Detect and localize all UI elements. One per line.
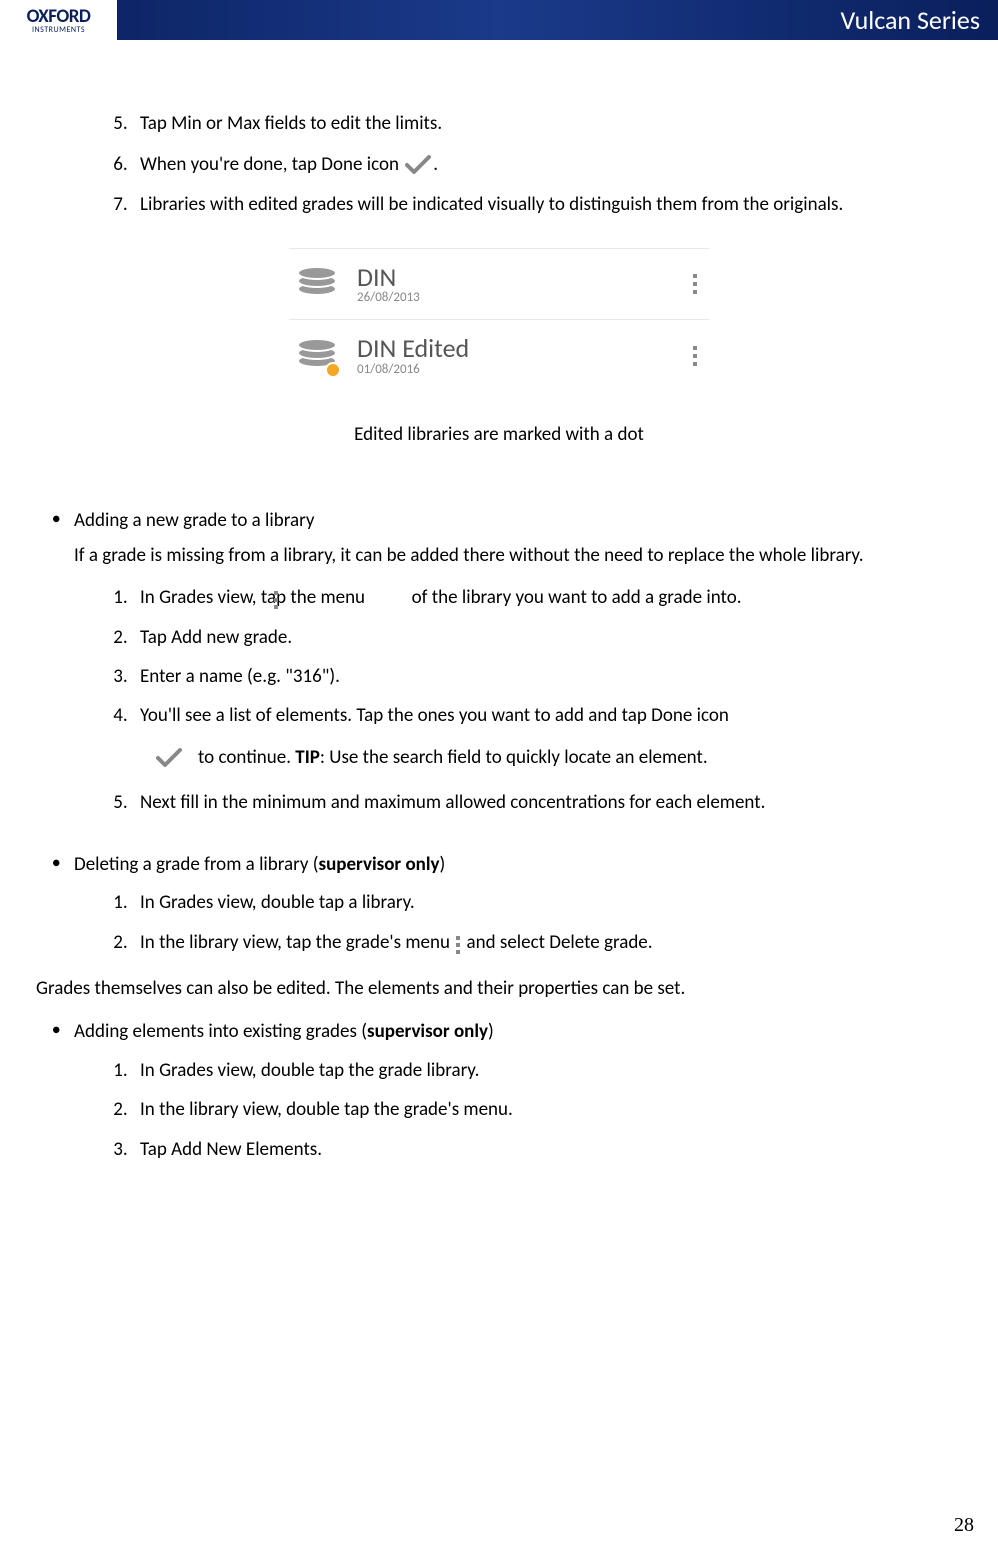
step-6-text-a: When you're done, tap Done icon — [140, 153, 399, 176]
library-name: DIN — [357, 263, 689, 292]
delete-grade-title: Deleting a grade from a library (supervi… — [74, 850, 974, 880]
delete-step-1: In Grades view, double tap a library. — [132, 888, 974, 917]
add-grade-title: Adding a new grade to a library — [74, 506, 974, 536]
delete-step-2: In the library view, tap the grade's men… — [132, 928, 974, 957]
title-a: Adding elements into existing grades ( — [74, 1020, 367, 1043]
step-text: You'll see a list of elements. Tap the o… — [140, 704, 729, 727]
library-info: DIN Edited 01/08/2016 — [357, 334, 689, 377]
step-text: Tap Add new grade. — [140, 626, 292, 649]
checkmark-icon — [405, 155, 431, 175]
kebab-menu-icon — [456, 936, 460, 954]
tip-row: to continue. TIP: Use the search field t… — [154, 743, 974, 772]
step-text: Enter a name (e.g. "316"). — [140, 665, 340, 688]
step-5: Tap Min or Max fields to edit the limits… — [132, 110, 974, 139]
add-grade-step-1: In Grades view, tap the menu of the libr… — [132, 583, 974, 612]
title-b: ) — [440, 853, 446, 876]
step-text: of the library you want to add a grade i… — [412, 586, 742, 609]
step-text: In Grades view, double tap the grade lib… — [140, 1059, 479, 1082]
kebab-menu-icon[interactable] — [689, 270, 701, 298]
library-info: DIN 26/08/2013 — [357, 263, 689, 306]
steps-continued: Tap Min or Max fields to edit the limits… — [24, 110, 974, 220]
step-7: Libraries with edited grades will be ind… — [132, 191, 974, 220]
title-b: ) — [488, 1020, 494, 1043]
add-elements-title: Adding elements into existing grades (su… — [74, 1017, 974, 1047]
step-5-text: Tap Min or Max fields to edit the limits… — [140, 112, 442, 135]
step-text: Tap Add New Elements. — [140, 1138, 322, 1161]
step-text: In the library view, double tap the grad… — [140, 1098, 513, 1121]
page-content: Tap Min or Max fields to edit the limits… — [0, 40, 998, 1164]
title-bold: supervisor only — [367, 1020, 488, 1043]
bullet-list-2: Adding elements into existing grades (su… — [24, 1017, 974, 1164]
logo-sub-text: INSTRUMENTS — [32, 26, 85, 34]
library-date: 01/08/2016 — [357, 363, 689, 377]
kebab-menu-icon — [274, 591, 278, 609]
header-title: Vulcan Series — [840, 4, 980, 36]
tip-text: to continue. TIP: Use the search field t… — [198, 743, 708, 772]
add-grade-step-5: Next fill in the minimum and maximum all… — [132, 788, 974, 817]
add-grade-step-4: You'll see a list of elements. Tap the o… — [132, 701, 974, 772]
add-elements-steps: In Grades view, double tap the grade lib… — [74, 1056, 974, 1164]
database-icon-edited — [297, 336, 337, 376]
bullet-delete-grade: Deleting a grade from a library (supervi… — [74, 850, 974, 957]
grades-edit-intro: Grades themselves can also be edited. Th… — [36, 975, 974, 1004]
library-row-din-edited: DIN Edited 01/08/2016 — [289, 319, 709, 391]
add-grade-step-2: Tap Add new grade. — [132, 623, 974, 652]
step-text: In Grades view, tap the menu — [140, 586, 365, 609]
logo: OXFORD INSTRUMENTS — [0, 0, 118, 40]
title-a: Deleting a grade from a library ( — [74, 853, 319, 876]
title-bold: supervisor only — [319, 853, 440, 876]
step-text: In Grades view, double tap a library. — [140, 891, 415, 914]
step-text-b: and select Delete grade. — [467, 931, 653, 954]
header-bar: OXFORD INSTRUMENTS Vulcan Series — [0, 0, 998, 40]
step-text-a: In the library view, tap the grade's men… — [140, 931, 450, 954]
kebab-menu-icon[interactable] — [689, 342, 701, 370]
add-grade-steps: In Grades view, tap the menu of the libr… — [74, 583, 974, 818]
delete-grade-steps: In Grades view, double tap a library. In… — [74, 888, 974, 957]
bullet-add-elements: Adding elements into existing grades (su… — [74, 1017, 974, 1164]
step-7-text: Libraries with edited grades will be ind… — [140, 193, 843, 216]
step-6: When you're done, tap Done icon . — [132, 151, 974, 180]
library-list-figure: DIN 26/08/2013 DIN Edited 01/08/2016 Edi… — [289, 248, 709, 447]
step-text: Next fill in the minimum and maximum all… — [140, 791, 765, 814]
add-el-step-3: Tap Add New Elements. — [132, 1135, 974, 1164]
tip-text-b: : Use the search field to quickly locate… — [320, 746, 708, 769]
database-icon — [297, 264, 337, 304]
add-el-step-2: In the library view, double tap the grad… — [132, 1095, 974, 1124]
add-el-step-1: In Grades view, double tap the grade lib… — [132, 1056, 974, 1085]
edited-indicator-dot — [325, 362, 341, 378]
add-grade-intro: If a grade is missing from a library, it… — [74, 541, 974, 571]
add-grade-step-3: Enter a name (e.g. "316"). — [132, 662, 974, 691]
figure-caption: Edited libraries are marked with a dot — [289, 423, 709, 446]
checkmark-icon — [156, 748, 182, 768]
bullet-add-grade: Adding a new grade to a library If a gra… — [74, 506, 974, 827]
bullet-list: Adding a new grade to a library If a gra… — [24, 506, 974, 957]
logo-main-text: OXFORD — [27, 7, 91, 26]
library-date: 26/08/2013 — [357, 291, 689, 305]
tip-label: TIP — [295, 746, 320, 769]
page-number: 28 — [954, 1514, 974, 1537]
step-6-text-b: . — [433, 153, 438, 176]
library-name: DIN Edited — [357, 334, 689, 363]
library-row-din: DIN 26/08/2013 — [289, 248, 709, 320]
tip-text-a: to continue. — [198, 746, 295, 769]
